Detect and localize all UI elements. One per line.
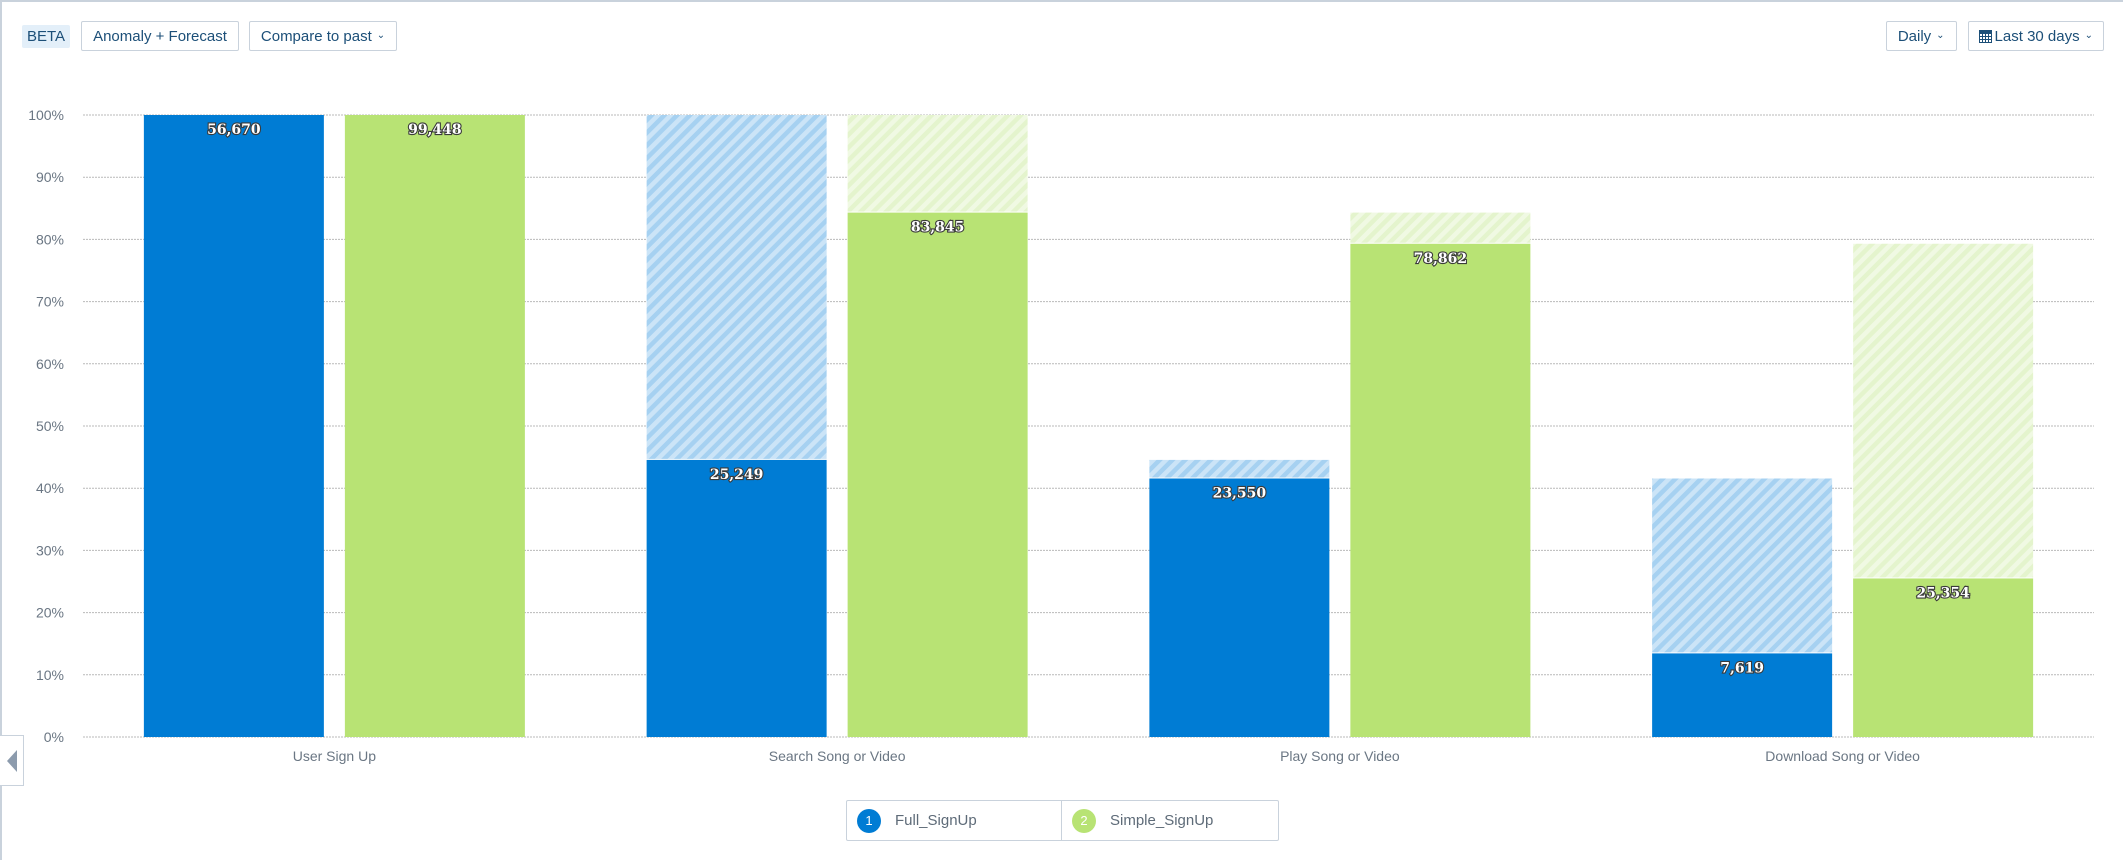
legend-item-full-signup[interactable]: 1 Full_SignUp bbox=[847, 801, 1061, 840]
x-category-label: User Sign Up bbox=[293, 748, 376, 764]
x-category-label: Play Song or Video bbox=[1280, 748, 1400, 764]
series-1-marker: 1 bbox=[857, 808, 881, 833]
legend-label: Simple_SignUp bbox=[1110, 812, 1214, 829]
bar-value-label: 23,550 bbox=[1213, 485, 1267, 501]
y-tick-label: 60% bbox=[36, 356, 64, 372]
bar-value-label: 99,448 bbox=[408, 122, 462, 138]
y-tick-label: 10% bbox=[36, 667, 64, 683]
bar-value-label: 78,862 bbox=[1414, 251, 1468, 267]
bar-value-label: 25,354 bbox=[1916, 585, 1970, 601]
bar-value-label: 83,845 bbox=[911, 220, 965, 236]
bar-value-label: 25,249 bbox=[710, 467, 764, 483]
simple-signup-bar[interactable] bbox=[344, 115, 525, 737]
x-category-label: Download Song or Video bbox=[1765, 748, 1920, 764]
full-signup-dropoff-bar[interactable] bbox=[1652, 478, 1833, 653]
y-tick-label: 40% bbox=[36, 480, 64, 496]
full-signup-bar[interactable] bbox=[646, 459, 827, 737]
collapse-panel-tab[interactable] bbox=[0, 735, 24, 786]
y-tick-label: 70% bbox=[36, 294, 64, 310]
legend-item-simple-signup[interactable]: 2 Simple_SignUp bbox=[1061, 801, 1278, 840]
funnel-chart: 0% 10% 20% 30% 40% 50% 60% 70% 80% 90% 100% 56,670… bbox=[28, 107, 2094, 764]
y-tick-label: 30% bbox=[36, 542, 64, 558]
simple-signup-bar[interactable] bbox=[847, 212, 1028, 737]
y-tick-label: 90% bbox=[36, 169, 64, 185]
bar-value-label: 7,619 bbox=[1720, 660, 1764, 676]
simple-signup-dropoff-bar[interactable] bbox=[1853, 243, 2034, 578]
series-2-marker: 2 bbox=[1072, 808, 1096, 833]
x-category-label: Search Song or Video bbox=[769, 748, 906, 764]
y-tick-label: 20% bbox=[36, 605, 64, 621]
y-tick-label: 100% bbox=[28, 107, 64, 123]
y-axis: 0% 10% 20% 30% 40% 50% 60% 70% 80% 90% 100% bbox=[28, 107, 64, 745]
legend-label: Full_SignUp bbox=[895, 812, 977, 829]
simple-signup-dropoff-bar[interactable] bbox=[847, 115, 1028, 212]
y-tick-label: 0% bbox=[44, 729, 64, 745]
full-signup-bar[interactable] bbox=[1149, 478, 1330, 737]
legend: 1 Full_SignUp 2 Simple_SignUp bbox=[846, 800, 1279, 841]
full-signup-dropoff-bar[interactable] bbox=[646, 115, 827, 459]
x-axis: User Sign Up Search Song or Video Play Son… bbox=[293, 748, 1920, 764]
y-tick-label: 50% bbox=[36, 418, 64, 434]
simple-signup-bar[interactable] bbox=[1853, 578, 2034, 737]
bar-value-label: 56,670 bbox=[207, 122, 261, 138]
full-signup-dropoff-bar[interactable] bbox=[1149, 459, 1330, 478]
simple-signup-dropoff-bar[interactable] bbox=[1350, 212, 1531, 243]
simple-signup-bar[interactable] bbox=[1350, 243, 1531, 737]
full-signup-bar[interactable] bbox=[143, 115, 324, 737]
y-tick-label: 80% bbox=[36, 231, 64, 247]
